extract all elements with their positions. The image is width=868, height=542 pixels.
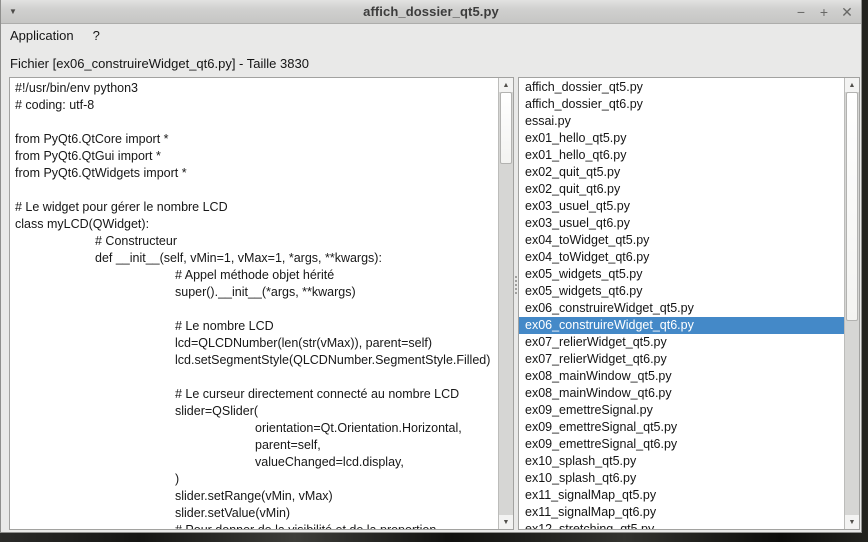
code-text[interactable]: #!/usr/bin/env python3 # coding: utf-8 f… — [10, 78, 498, 529]
editor-scrollbar-thumb[interactable] — [500, 92, 512, 164]
file-list-panel[interactable]: affich_dossier_qt5.pyaffich_dossier_qt6.… — [518, 77, 860, 530]
file-list-item[interactable]: ex02_quit_qt6.py — [519, 181, 844, 198]
file-list-item[interactable]: ex10_splash_qt6.py — [519, 470, 844, 487]
window-controls: − + ✕ — [794, 0, 854, 23]
file-list-item[interactable]: ex02_quit_qt5.py — [519, 164, 844, 181]
menu-help[interactable]: ? — [93, 28, 100, 43]
list-scrollbar-thumb[interactable] — [846, 92, 858, 321]
file-list-item[interactable]: ex08_mainWindow_qt5.py — [519, 368, 844, 385]
editor-scrollbar[interactable]: ▲ ▼ — [498, 78, 513, 529]
file-list-item[interactable]: ex03_usuel_qt5.py — [519, 198, 844, 215]
window-menu-icon[interactable]: ▼ — [9, 8, 17, 16]
file-list-item[interactable]: ex07_relierWidget_qt5.py — [519, 334, 844, 351]
file-list-item[interactable]: ex09_emettreSignal_qt6.py — [519, 436, 844, 453]
file-list-item[interactable]: ex01_hello_qt6.py — [519, 147, 844, 164]
file-list-item[interactable]: ex08_mainWindow_qt6.py — [519, 385, 844, 402]
app-window: ▼ affich_dossier_qt5.py − + ✕ Applicatio… — [0, 0, 862, 533]
code-viewer-panel[interactable]: #!/usr/bin/env python3 # coding: utf-8 f… — [9, 77, 514, 530]
file-list-item[interactable]: affich_dossier_qt5.py — [519, 79, 844, 96]
file-list-item[interactable]: ex06_construireWidget_qt5.py — [519, 300, 844, 317]
file-list-item[interactable]: ex01_hello_qt5.py — [519, 130, 844, 147]
desktop: { "window": { "title": "affich_dossier_q… — [0, 0, 868, 542]
file-list-item[interactable]: ex04_toWidget_qt5.py — [519, 232, 844, 249]
file-list-item[interactable]: ex12_stretching_qt5.py — [519, 521, 844, 529]
file-list-item[interactable]: ex11_signalMap_qt6.py — [519, 504, 844, 521]
window-title: affich_dossier_qt5.py — [363, 4, 499, 19]
file-list-item[interactable]: ex09_emettreSignal.py — [519, 402, 844, 419]
file-list-item[interactable]: affich_dossier_qt6.py — [519, 96, 844, 113]
file-list-item[interactable]: essai.py — [519, 113, 844, 130]
file-list[interactable]: affich_dossier_qt5.pyaffich_dossier_qt6.… — [519, 78, 844, 529]
file-list-item[interactable]: ex03_usuel_qt6.py — [519, 215, 844, 232]
file-list-item[interactable]: ex04_toWidget_qt6.py — [519, 249, 844, 266]
scroll-up-icon[interactable]: ▲ — [845, 78, 859, 92]
file-list-item[interactable]: ex09_emettreSignal_qt5.py — [519, 419, 844, 436]
titlebar[interactable]: ▼ affich_dossier_qt5.py − + ✕ — [1, 0, 861, 24]
maximize-button[interactable]: + — [817, 5, 831, 19]
file-list-item[interactable]: ex06_construireWidget_qt6.py — [519, 317, 844, 334]
minimize-button[interactable]: − — [794, 5, 808, 19]
file-list-item[interactable]: ex05_widgets_qt6.py — [519, 283, 844, 300]
file-info-label: Fichier [ex06_construireWidget_qt6.py] -… — [10, 56, 861, 73]
menubar: Application ? — [1, 24, 861, 47]
file-list-item[interactable]: ex11_signalMap_qt5.py — [519, 487, 844, 504]
list-scrollbar-track[interactable] — [845, 92, 859, 515]
scroll-up-icon[interactable]: ▲ — [499, 78, 513, 92]
scroll-down-icon[interactable]: ▼ — [845, 515, 859, 529]
editor-scrollbar-track[interactable] — [499, 92, 513, 515]
list-scrollbar[interactable]: ▲ ▼ — [844, 78, 859, 529]
close-button[interactable]: ✕ — [840, 5, 854, 19]
menu-application[interactable]: Application — [10, 28, 74, 43]
file-list-item[interactable]: ex07_relierWidget_qt6.py — [519, 351, 844, 368]
scroll-down-icon[interactable]: ▼ — [499, 515, 513, 529]
file-list-item[interactable]: ex05_widgets_qt5.py — [519, 266, 844, 283]
file-list-item[interactable]: ex10_splash_qt5.py — [519, 453, 844, 470]
